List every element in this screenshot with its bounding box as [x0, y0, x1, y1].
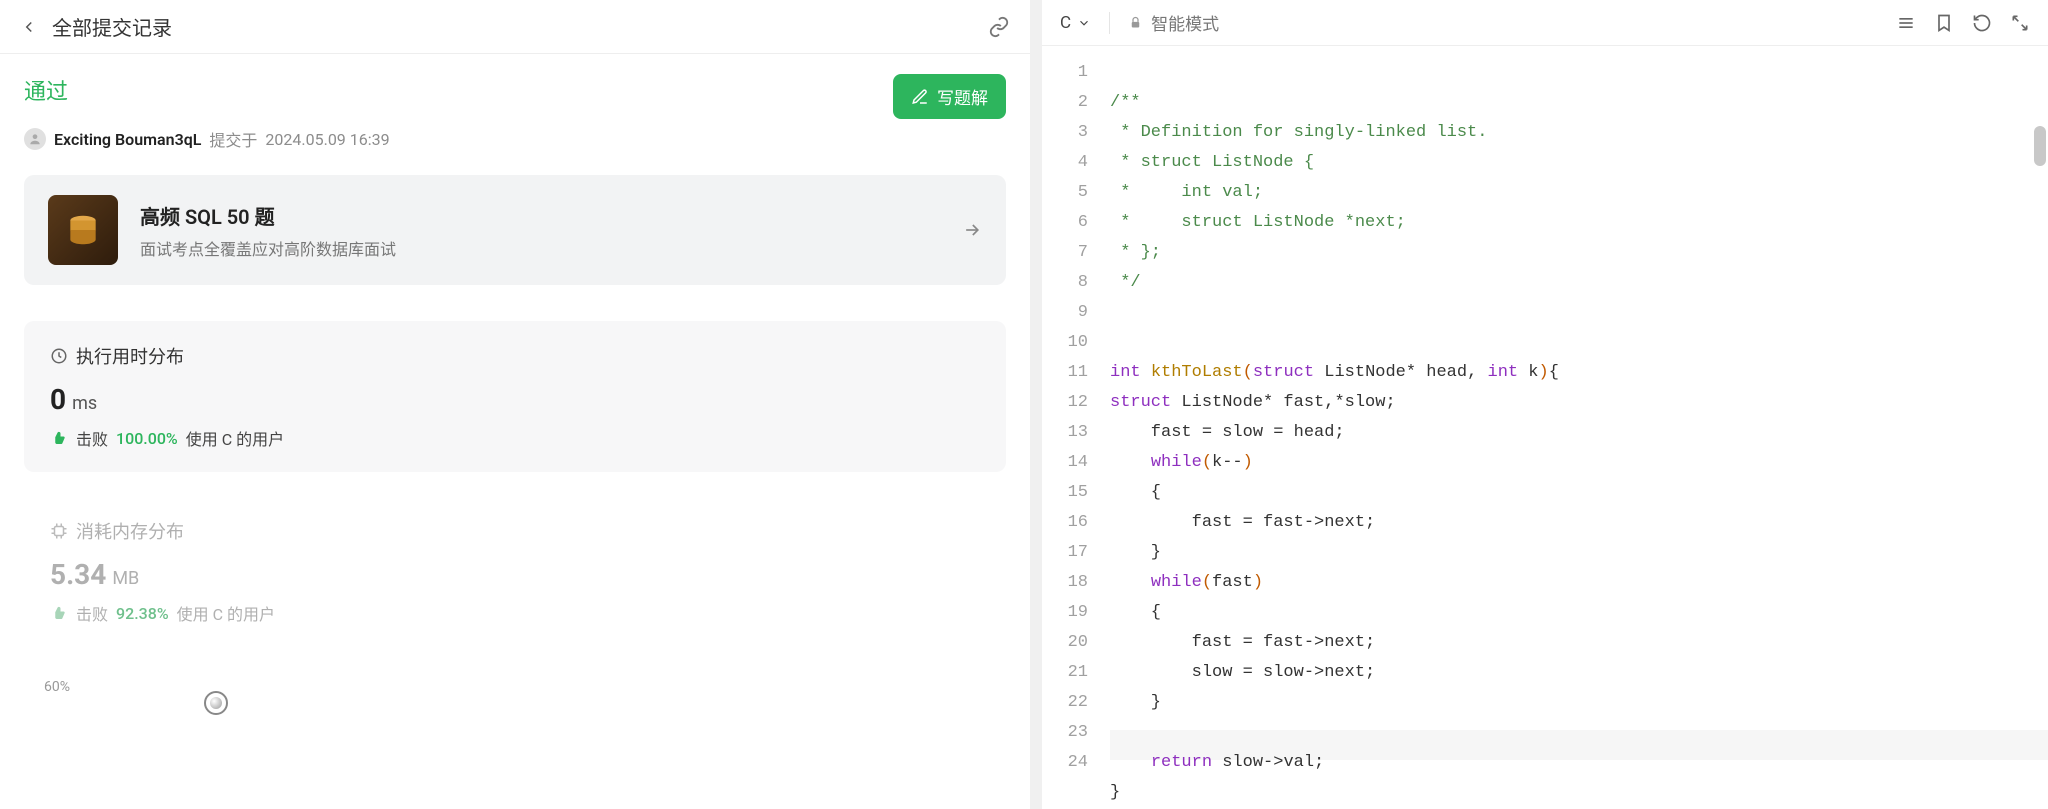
lock-icon [1128, 15, 1143, 30]
runtime-value: 0 [50, 383, 66, 416]
chevron-down-icon [1077, 16, 1091, 30]
clap-icon [50, 429, 68, 447]
list-icon[interactable] [1896, 13, 1916, 33]
reset-icon[interactable] [1972, 13, 1992, 33]
left-body: 通过 写题解 Exciting Bouman3qL 提交于 2024.05.09… [0, 54, 1030, 809]
code-panel: C 智能模式 123456789101112131415161718192021… [1042, 0, 2048, 809]
chart-ytick: 60% [44, 679, 70, 695]
runtime-title: 执行用时分布 [76, 343, 184, 369]
clap-icon [50, 604, 68, 622]
code-header: C 智能模式 [1042, 0, 2048, 46]
beat-label: 击败 [76, 601, 108, 625]
line-gutter: 123456789101112131415161718192021222324 [1042, 46, 1098, 809]
promo-title: 高频 SQL 50 题 [140, 201, 940, 230]
bookmark-icon[interactable] [1934, 13, 1954, 33]
chip-icon [50, 522, 68, 540]
write-solution-label: 写题解 [937, 84, 988, 109]
beat-tail: 使用 C 的用户 [177, 601, 275, 625]
memory-title: 消耗内存分布 [76, 518, 184, 544]
code-editor[interactable]: 123456789101112131415161718192021222324 … [1042, 46, 2048, 809]
beat-label: 击败 [76, 426, 108, 450]
beat-pct: 92.38% [116, 604, 169, 623]
memory-unit: MB [112, 568, 139, 589]
promo-card[interactable]: 高频 SQL 50 题 面试考点全覆盖应对高阶数据库面试 [24, 175, 1006, 285]
back-arrow-icon[interactable] [20, 18, 38, 36]
database-icon [48, 195, 118, 265]
separator [1109, 12, 1110, 34]
edit-icon [911, 88, 929, 106]
memory-card[interactable]: 消耗内存分布 5.34 MB 击败 92.38% 使用 C 的用户 [24, 496, 1006, 647]
write-solution-button[interactable]: 写题解 [893, 74, 1006, 119]
beat-tail: 使用 C 的用户 [186, 426, 284, 450]
panel-divider[interactable] [1030, 0, 1042, 809]
author-row: Exciting Bouman3qL 提交于 2024.05.09 16:39 [24, 127, 1006, 151]
mode-indicator[interactable]: 智能模式 [1128, 10, 1219, 35]
memory-value: 5.34 [50, 558, 106, 591]
code-content[interactable]: /** * Definition for singly-linked list.… [1098, 46, 2048, 809]
left-header: 全部提交记录 [0, 0, 1030, 54]
fullscreen-icon[interactable] [2010, 13, 2030, 33]
runtime-chart: 60% [24, 671, 1006, 735]
author-name[interactable]: Exciting Bouman3qL [54, 130, 201, 149]
chart-marker-icon [204, 691, 228, 715]
page-title: 全部提交记录 [52, 12, 988, 41]
language-selector[interactable]: C [1060, 13, 1091, 33]
beat-pct: 100.00% [116, 429, 178, 448]
link-icon[interactable] [988, 16, 1010, 38]
submission-panel: 全部提交记录 通过 写题解 Exciting Bouman3qL 提交于 202… [0, 0, 1030, 809]
runtime-card[interactable]: 执行用时分布 0 ms 击败 100.00% 使用 C 的用户 [24, 321, 1006, 472]
runtime-unit: ms [72, 393, 97, 414]
language-label: C [1060, 13, 1071, 33]
chevron-right-icon [962, 220, 982, 240]
status-badge: 通过 [24, 74, 68, 106]
submit-time: 2024.05.09 16:39 [265, 130, 389, 149]
mode-label: 智能模式 [1151, 10, 1219, 35]
submit-label: 提交于 [209, 127, 257, 151]
avatar [24, 128, 46, 150]
clock-icon [50, 347, 68, 365]
promo-subtitle: 面试考点全覆盖应对高阶数据库面试 [140, 236, 940, 260]
